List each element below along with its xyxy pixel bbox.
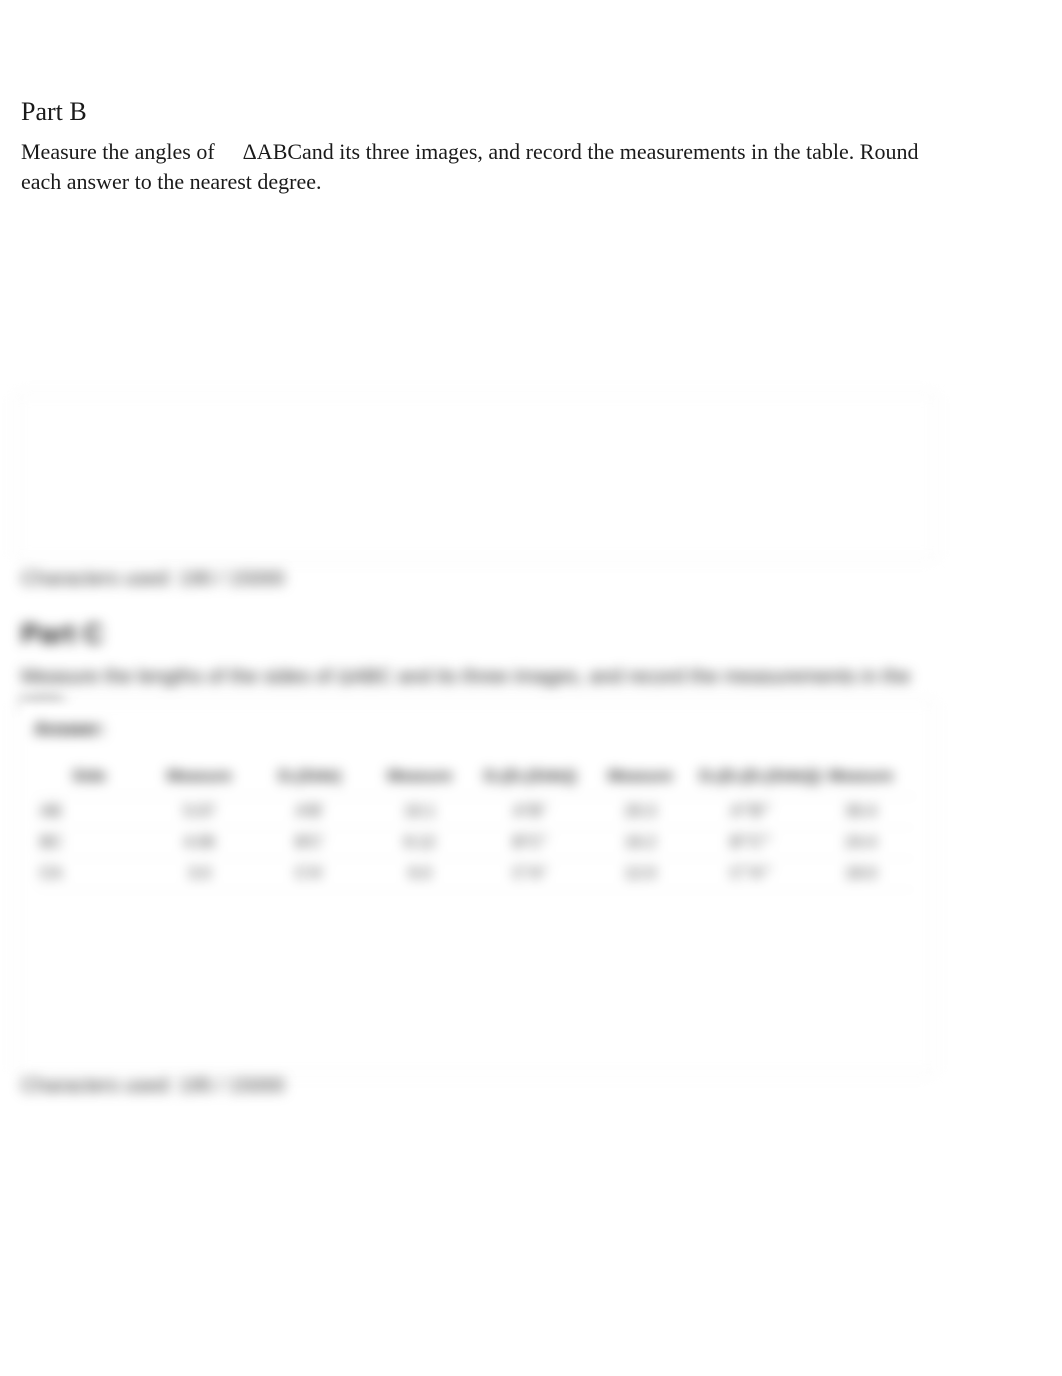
cell: 24.4 [806,828,916,859]
cell: AB [34,797,144,828]
part-b-heading: Part B [21,96,921,127]
part-c-table: Side Measure D₁(Side) Measure D₂(D₁(Side… [34,762,916,890]
th-d3: D₃(D₂(D₁(Side))) [696,762,806,797]
cell: B'''C''' [696,828,806,859]
cell: 16.2 [585,828,695,859]
table-row: AB 5.07 A'B' 10.1 A''B'' 20.3 A'''B''' 3… [34,797,916,828]
cell: 4.06 [144,828,254,859]
th-d1: D₁(Side) [255,762,365,797]
part-c-answer-label: Answer: [34,719,916,740]
cell: A'B' [255,797,365,828]
th-measure1: Measure [144,762,254,797]
part-b-instruction: Measure the angles ofΔABCand its three i… [21,137,921,196]
part-c-answer-panel: Answer: Side Measure D₁(Side) Measure D₂… [15,700,935,1075]
th-measure3: Measure [585,762,695,797]
cell: 30.4 [806,797,916,828]
cell: 8.12 [365,828,475,859]
cell: 12.0 [585,859,695,890]
cell: C''A'' [475,859,585,890]
cell: A'''B''' [696,797,806,828]
cell: C'''A''' [696,859,806,890]
part-b-answer-panel [15,393,937,560]
th-side: Side [34,762,144,797]
cell: B''C'' [475,828,585,859]
part-c-char-count: Characters used: 195 / 15000 [21,1075,285,1098]
part-b-char-count: Characters used: 190 / 15000 [21,568,285,591]
cell: 5.07 [144,797,254,828]
cell: C'A' [255,859,365,890]
cell: 6.0 [365,859,475,890]
cell: 10.1 [365,797,475,828]
cell: 18.0 [806,859,916,890]
cell: 3.0 [144,859,254,890]
part-b-text-pre: Measure the angles of [21,139,215,164]
cell: A''B'' [475,797,585,828]
cell: BC [34,828,144,859]
table-header-row: Side Measure D₁(Side) Measure D₂(D₁(Side… [34,762,916,797]
cell: B'C' [255,828,365,859]
part-c-heading: Part C [21,618,921,650]
th-measure2: Measure [365,762,475,797]
th-measure4: Measure [806,762,916,797]
table-row: BC 4.06 B'C' 8.12 B''C'' 16.2 B'''C''' 2… [34,828,916,859]
cell: 20.3 [585,797,695,828]
table-row: CA 3.0 C'A' 6.0 C''A'' 12.0 C'''A''' 18.… [34,859,916,890]
cell: CA [34,859,144,890]
part-b-triangle: ΔABC [243,139,302,164]
th-d2: D₂(D₁(Side)) [475,762,585,797]
